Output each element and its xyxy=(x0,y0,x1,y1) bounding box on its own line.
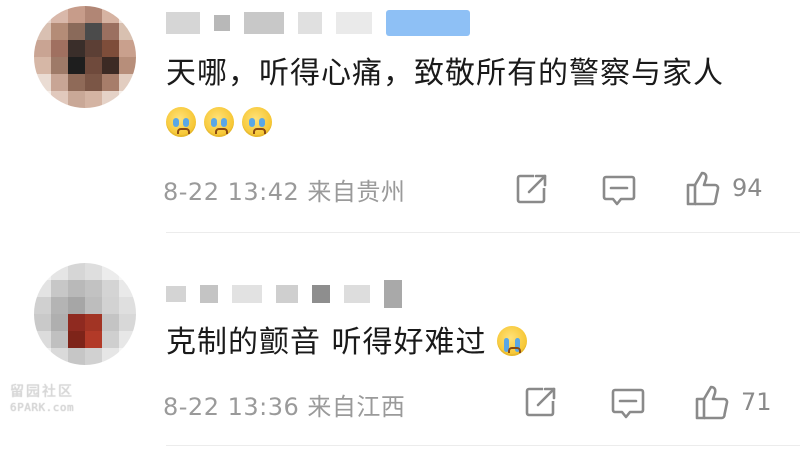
comment-date: 8-22 xyxy=(163,178,220,206)
divider xyxy=(166,232,800,233)
comment-time: 13:36 xyxy=(227,393,300,421)
username-blurred[interactable] xyxy=(166,10,470,36)
like-button[interactable]: 94 xyxy=(684,168,763,208)
repost-button[interactable] xyxy=(523,385,559,419)
edit-icon xyxy=(516,174,547,204)
comment-meta: 8-22 13:36 来自江西 xyxy=(163,387,405,422)
thumbs-up-icon xyxy=(686,171,720,206)
watermark-line1: 留园社区 xyxy=(10,384,74,400)
like-count: 71 xyxy=(741,388,772,416)
repost-button[interactable] xyxy=(514,172,550,206)
comment-date: 8-22 xyxy=(163,393,220,421)
edit-icon xyxy=(525,387,556,417)
comment-body: 天哪，听得心痛，致敬所有的警察与家人 xyxy=(166,56,724,91)
comment-time: 13:42 xyxy=(227,178,300,206)
like-button[interactable]: 71 xyxy=(693,382,772,422)
divider xyxy=(166,445,800,446)
comment-location: 来自贵州 xyxy=(307,178,406,206)
message-icon xyxy=(602,175,636,206)
sad-face-emoji xyxy=(204,107,234,137)
watermark: 留园社区 6PARK.com xyxy=(10,381,90,414)
comment-text: 克制的颤音 听得好难过 xyxy=(166,318,766,368)
comment-text: 天哪，听得心痛，致敬所有的警察与家人 xyxy=(166,49,766,149)
message-icon xyxy=(611,388,645,419)
thumbs-up-icon xyxy=(695,385,729,420)
reply-button[interactable] xyxy=(601,172,637,208)
sad-face-emoji xyxy=(166,107,196,137)
username-blurred[interactable] xyxy=(166,280,402,308)
reply-button[interactable] xyxy=(610,385,646,421)
crying-face-emoji xyxy=(497,326,528,356)
sad-face-emoji xyxy=(242,107,272,137)
like-count: 94 xyxy=(732,174,763,202)
comment-location: 来自江西 xyxy=(307,393,406,421)
watermark-line2: 6PARK.com xyxy=(10,401,75,414)
comment-meta: 8-22 13:42 来自贵州 xyxy=(163,172,405,207)
avatar[interactable] xyxy=(34,263,136,365)
avatar[interactable] xyxy=(34,6,136,108)
comment-list: 天哪，听得心痛，致敬所有的警察与家人 8-22 13:42 来自贵州 94 克制… xyxy=(0,0,800,473)
comment-body: 克制的颤音 听得好难过 xyxy=(166,325,487,360)
